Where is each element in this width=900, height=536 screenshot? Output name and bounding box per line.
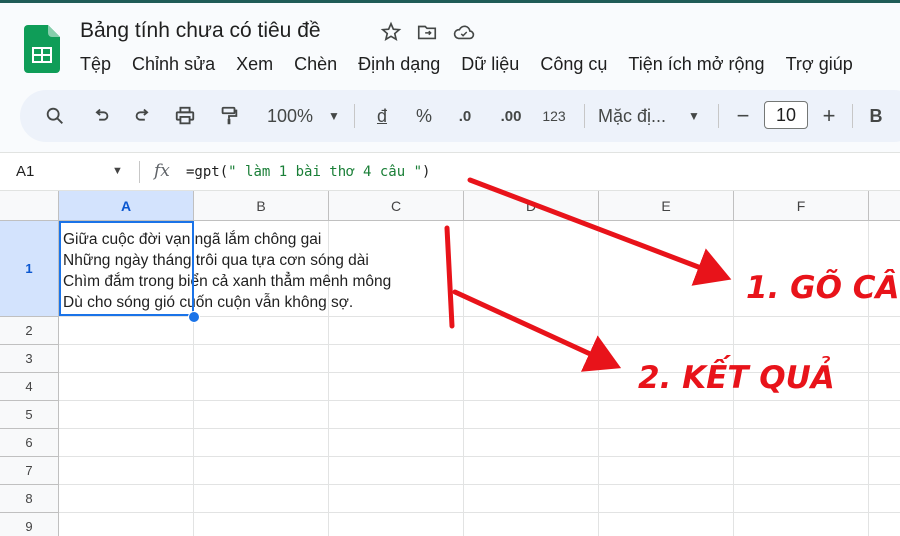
grid-line [59,428,900,429]
formula-suffix: ) [422,164,431,180]
document-title[interactable]: Bảng tính chưa có tiêu đề [80,19,321,43]
search-icon[interactable] [40,90,70,142]
font-size-input[interactable]: 10 [764,101,808,129]
menu-view[interactable]: Xem [236,54,273,75]
move-to-folder-icon[interactable] [416,21,438,43]
star-icon[interactable] [380,21,402,43]
row-header-5[interactable]: 5 [0,401,59,429]
font-family-select[interactable]: Mặc đị... [598,90,680,142]
toolbar-divider [852,104,853,128]
row-header-6[interactable]: 6 [0,429,59,457]
toolbar-divider [584,104,585,128]
row-header-8[interactable]: 8 [0,485,59,513]
formula-input[interactable]: =gpt(" làm 1 bài thơ 4 câu ") [186,164,430,180]
formula-divider [139,161,140,183]
paint-format-icon[interactable] [214,90,244,142]
cell-a1-selection[interactable] [59,221,194,316]
fill-handle[interactable] [188,311,200,323]
grid-line [59,512,900,513]
toolbar-divider [354,104,355,128]
number-format-button[interactable]: 123 [538,90,570,142]
annotation-step2: 2. KẾT QUẢ [638,360,835,396]
grid-line [463,221,464,536]
annotation-step1: 1. GÕ CÂU [746,270,900,306]
menu-edit[interactable]: Chỉnh sửa [132,54,215,75]
fx-icon: fx [154,161,170,181]
undo-icon[interactable] [86,90,116,142]
row-header-2[interactable]: 2 [0,317,59,345]
formula-bar: A1 ▼ fx =gpt(" làm 1 bài thơ 4 câu ") [0,152,900,191]
decrease-font-size-button[interactable]: − [732,90,754,142]
increase-font-size-button[interactable]: + [818,90,840,142]
column-header-e[interactable]: E [599,191,734,221]
toolbar-divider [718,104,719,128]
sheets-logo-icon[interactable] [24,25,60,73]
column-header-b[interactable]: B [194,191,329,221]
column-header-d[interactable]: D [464,191,599,221]
grid-line [598,221,599,536]
menu-insert[interactable]: Chèn [294,54,337,75]
percent-format-button[interactable]: % [412,90,436,142]
row-header-1[interactable]: 1 [0,221,59,317]
bold-button[interactable]: B [866,90,886,142]
row-header-3[interactable]: 3 [0,345,59,373]
redo-icon[interactable] [128,90,158,142]
name-box-chevron-down-icon[interactable]: ▼ [112,165,123,177]
select-all-corner[interactable] [0,191,59,221]
menu-tools[interactable]: Công cụ [540,54,607,75]
font-chevron-down-icon[interactable]: ▼ [684,90,704,142]
column-header-a[interactable]: A [59,191,194,221]
currency-format-button[interactable]: đ [372,90,392,142]
grid-line [59,456,900,457]
row-header-4[interactable]: 4 [0,373,59,401]
zoom-select[interactable]: 100% [260,90,320,142]
formula-string: " làm 1 bài thơ 4 câu " [228,164,423,180]
grid-line [868,221,869,536]
grid-line [59,316,900,317]
row-header-9[interactable]: 9 [0,513,59,536]
column-header-c[interactable]: C [329,191,464,221]
column-header-f[interactable]: F [734,191,869,221]
increase-decimal-button[interactable]: .00 [494,90,528,142]
zoom-chevron-down-icon[interactable]: ▼ [324,90,344,142]
row-header-7[interactable]: 7 [0,457,59,485]
menu-format[interactable]: Định dạng [358,54,440,75]
cloud-saved-icon[interactable] [452,21,475,43]
menu-file[interactable]: Tệp [80,54,111,75]
grid-line [59,344,900,345]
name-box[interactable]: A1 [16,163,34,180]
grid-line [59,400,900,401]
column-header-partial[interactable] [869,191,900,221]
decrease-decimal-button[interactable]: .0 [450,90,480,142]
menu-bar: Tệp Chỉnh sửa Xem Chèn Định dạng Dữ liệu… [80,54,874,75]
formula-prefix: =gpt( [186,164,229,180]
toolbar: 100% ▼ đ % .0 .00 123 Mặc đị... ▼ − 10 +… [20,90,900,142]
menu-data[interactable]: Dữ liệu [461,54,519,75]
menu-help[interactable]: Trợ giúp [786,54,853,75]
print-icon[interactable] [170,90,200,142]
menu-extensions[interactable]: Tiện ích mở rộng [628,54,764,75]
grid-line [59,484,900,485]
app-header: Bảng tính chưa có tiêu đề Tệp Chỉnh sửa … [0,3,900,87]
